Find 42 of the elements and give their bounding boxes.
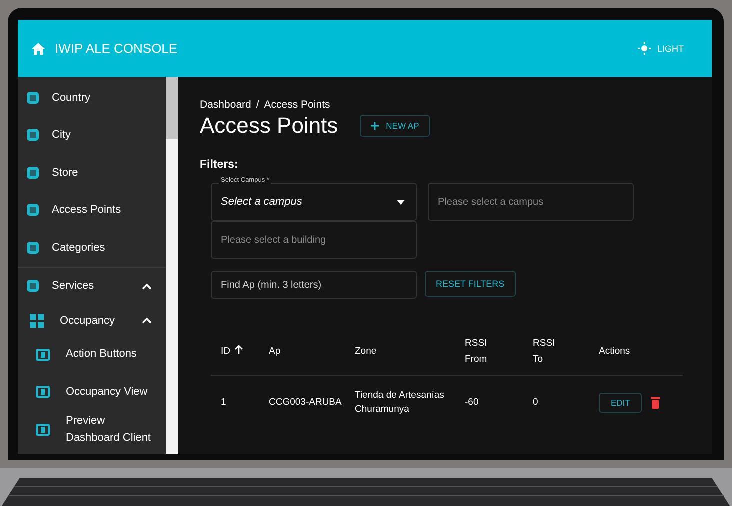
new-ap-button[interactable]: NEW AP (360, 115, 430, 137)
column-header[interactable]: Actions (599, 344, 630, 360)
column-header[interactable]: RSSI To (533, 336, 563, 368)
column-header[interactable]: ID (221, 344, 242, 360)
search-field[interactable]: Find Ap (min. 3 letters) (211, 271, 417, 299)
sidebar-item[interactable]: Occupancy View (18, 374, 166, 411)
sidebar-item[interactable]: City (18, 116, 166, 154)
sort-arrow-icon (234, 345, 242, 354)
sidebar-item[interactable]: Access Points (18, 192, 166, 229)
table-cell: Tienda de Artesanías Churamunya (355, 390, 444, 415)
column-header[interactable]: Ap (269, 344, 281, 360)
app-title: IWIP ALE CONSOLE (55, 41, 178, 56)
building-field[interactable]: Please select a building (211, 221, 417, 259)
table-cell: 0 (533, 397, 538, 408)
sidebar-item[interactable]: Categories (18, 229, 166, 266)
page-title: Access Points (200, 113, 338, 139)
plus-icon (371, 122, 380, 130)
sidebar-item[interactable]: Preview Dashboard Client (18, 411, 166, 448)
sidebar-item[interactable]: Services (18, 268, 166, 305)
delete-icon[interactable] (651, 397, 660, 409)
filters-heading: Filters: (200, 159, 240, 171)
sidebar-item[interactable]: Country (18, 79, 166, 116)
sidebar-item[interactable]: Occupancy (18, 305, 166, 336)
grid-icon (30, 314, 44, 328)
sidebar-item[interactable]: Action Buttons (18, 336, 166, 374)
table-cell: 1 (221, 397, 226, 408)
breadcrumb-link[interactable]: Dashboard (200, 99, 252, 111)
reset-filters-button[interactable]: RESET FILTERS (425, 271, 516, 297)
home-icon (32, 42, 45, 54)
sun-icon (638, 42, 652, 55)
campus-field[interactable]: Please select a campus (428, 183, 634, 221)
table-cell: -60 (465, 397, 479, 408)
column-header[interactable]: Zone (355, 344, 377, 360)
table-cell: CCG003-ARUBA (269, 397, 342, 408)
breadcrumb-link[interactable]: Access Points (264, 99, 330, 111)
sidebar-item[interactable]: Store (18, 154, 166, 192)
column-header[interactable]: RSSI From (465, 336, 495, 368)
dropdown-caret-icon (397, 200, 405, 204)
edit-button[interactable]: EDIT (599, 393, 642, 413)
scrollbar[interactable] (166, 77, 178, 454)
square-icon (36, 348, 50, 361)
breadcrumb-separator: / (256, 99, 260, 111)
